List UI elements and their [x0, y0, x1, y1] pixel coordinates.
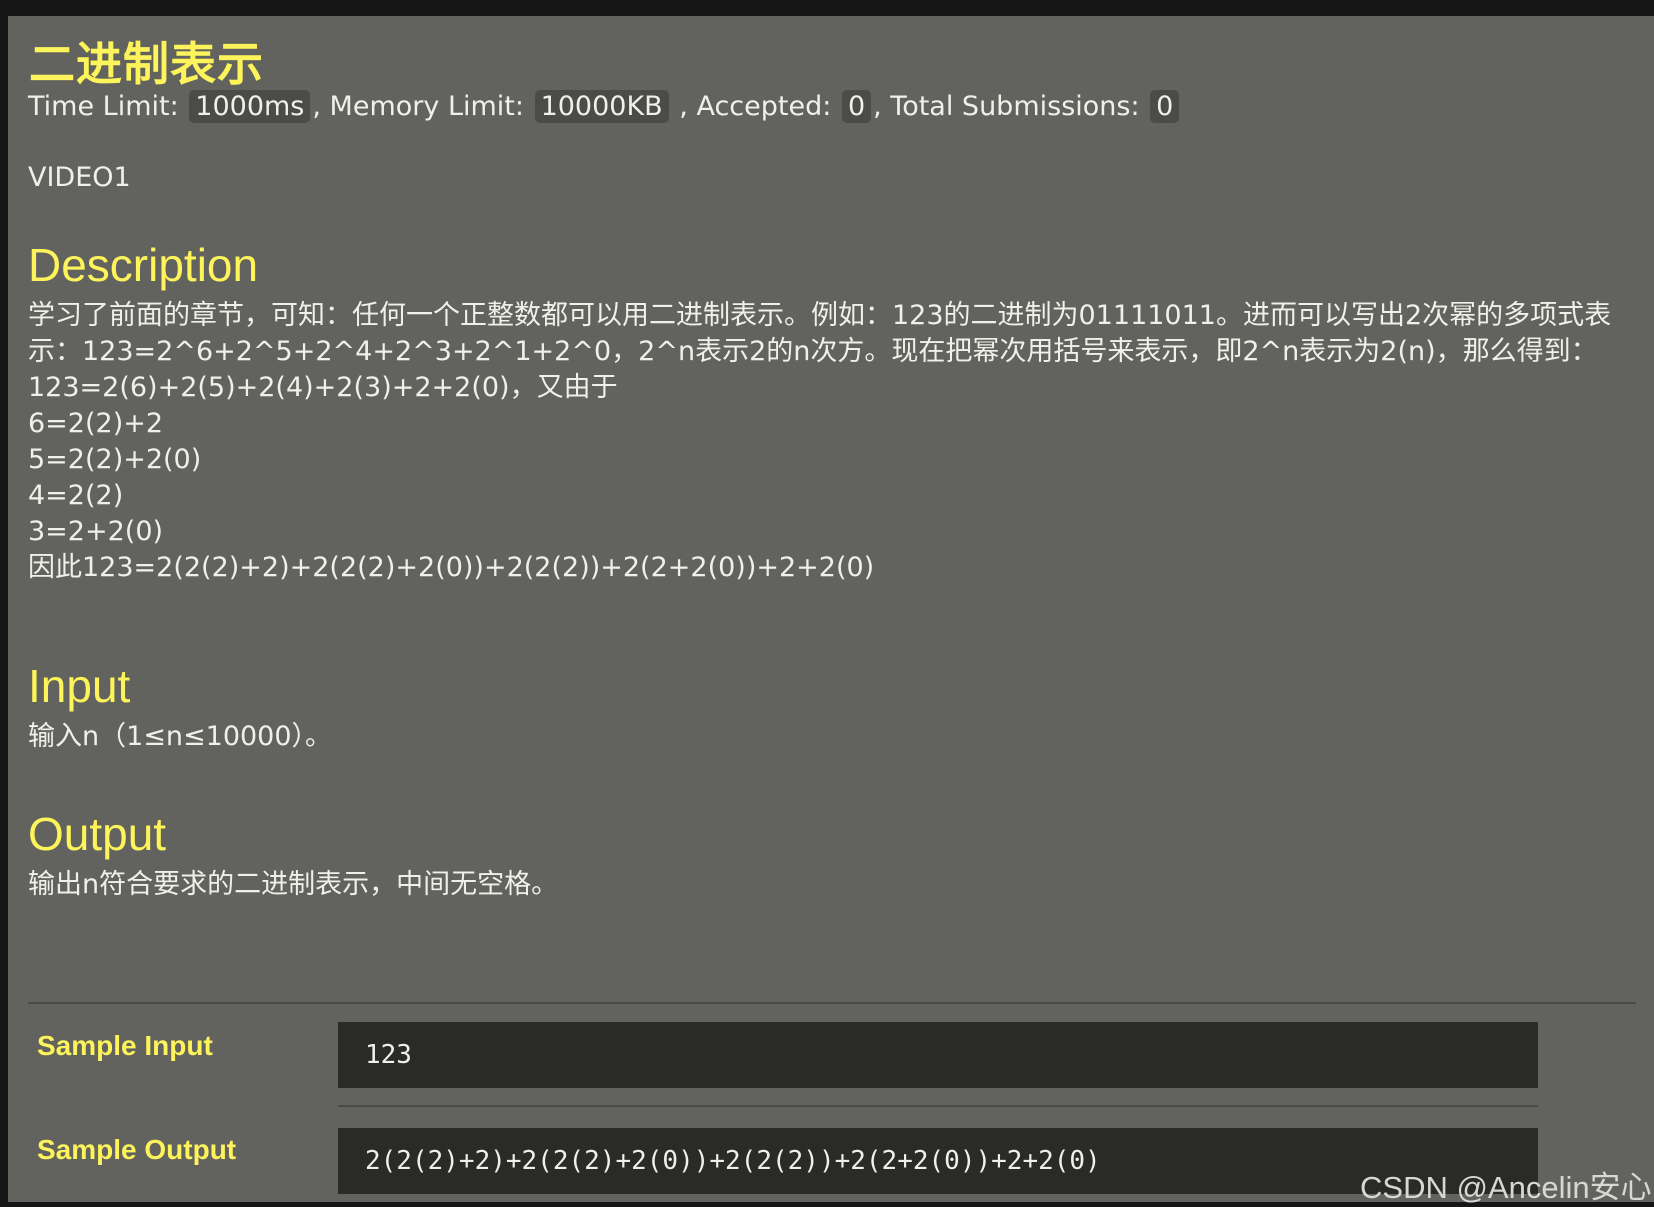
problem-title: 二进制表示 — [29, 37, 264, 91]
problem-limits: Time Limit: 1000ms, Memory Limit: 10000K… — [28, 90, 1181, 123]
sample-input-label: Sample Input — [37, 1030, 213, 1061]
description-line: 因此123=2(2(2)+2)+2(2(2)+2(0))+2(2(2))+2(2… — [28, 552, 875, 583]
sample-output-label: Sample Output — [37, 1134, 237, 1165]
problem-page: 二进制表示 Time Limit: 1000ms, Memory Limit: … — [8, 16, 1654, 1205]
accepted-value: 0 — [841, 90, 872, 123]
time-limit-value: 1000ms — [189, 90, 311, 123]
output-heading: Output — [28, 808, 167, 860]
description-body: 学习了前面的章节，可知：任何一个正整数都可以用二进制表示。例如：123的二进制为… — [28, 298, 1628, 586]
description-line: 4=2(2) — [28, 480, 124, 511]
sample-divider — [338, 1105, 1538, 1107]
description-line: 123=2(6)+2(5)+2(4)+2(3)+2+2(0)，又由于 — [28, 372, 618, 403]
sample-input-box[interactable]: 123 — [338, 1022, 1538, 1088]
section-divider — [28, 1002, 1636, 1004]
description-heading: Description — [28, 239, 259, 291]
memory-limit-value: 10000KB — [534, 90, 669, 123]
description-line: 3=2+2(0) — [28, 516, 164, 547]
description-line: 6=2(2)+2 — [28, 408, 164, 439]
output-text: 输出n符合要求的二进制表示，中间无空格。 — [28, 869, 559, 900]
description-paragraph: 学习了前面的章节，可知：任何一个正整数都可以用二进制表示。例如：123的二进制为… — [28, 300, 1612, 367]
input-heading: Input — [28, 660, 131, 712]
accepted-label: , Accepted: — [679, 91, 832, 122]
description-line: 5=2(2)+2(0) — [28, 444, 202, 475]
top-bar — [0, 0, 1654, 16]
sample-output-box[interactable]: 2(2(2)+2)+2(2(2)+2(0))+2(2(2))+2(2+2(0))… — [338, 1128, 1538, 1194]
time-limit-label: Time Limit: — [28, 91, 179, 122]
memory-limit-label: , Memory Limit: — [312, 91, 524, 122]
input-text: 输入n（1≤n≤10000）。 — [28, 721, 333, 752]
watermark: CSDN @Ancelin安心 — [1360, 1170, 1652, 1205]
total-submissions-value: 0 — [1150, 90, 1180, 123]
problem-source: VIDEO1 — [28, 162, 131, 193]
total-submissions-label: , Total Submissions: — [873, 91, 1140, 122]
